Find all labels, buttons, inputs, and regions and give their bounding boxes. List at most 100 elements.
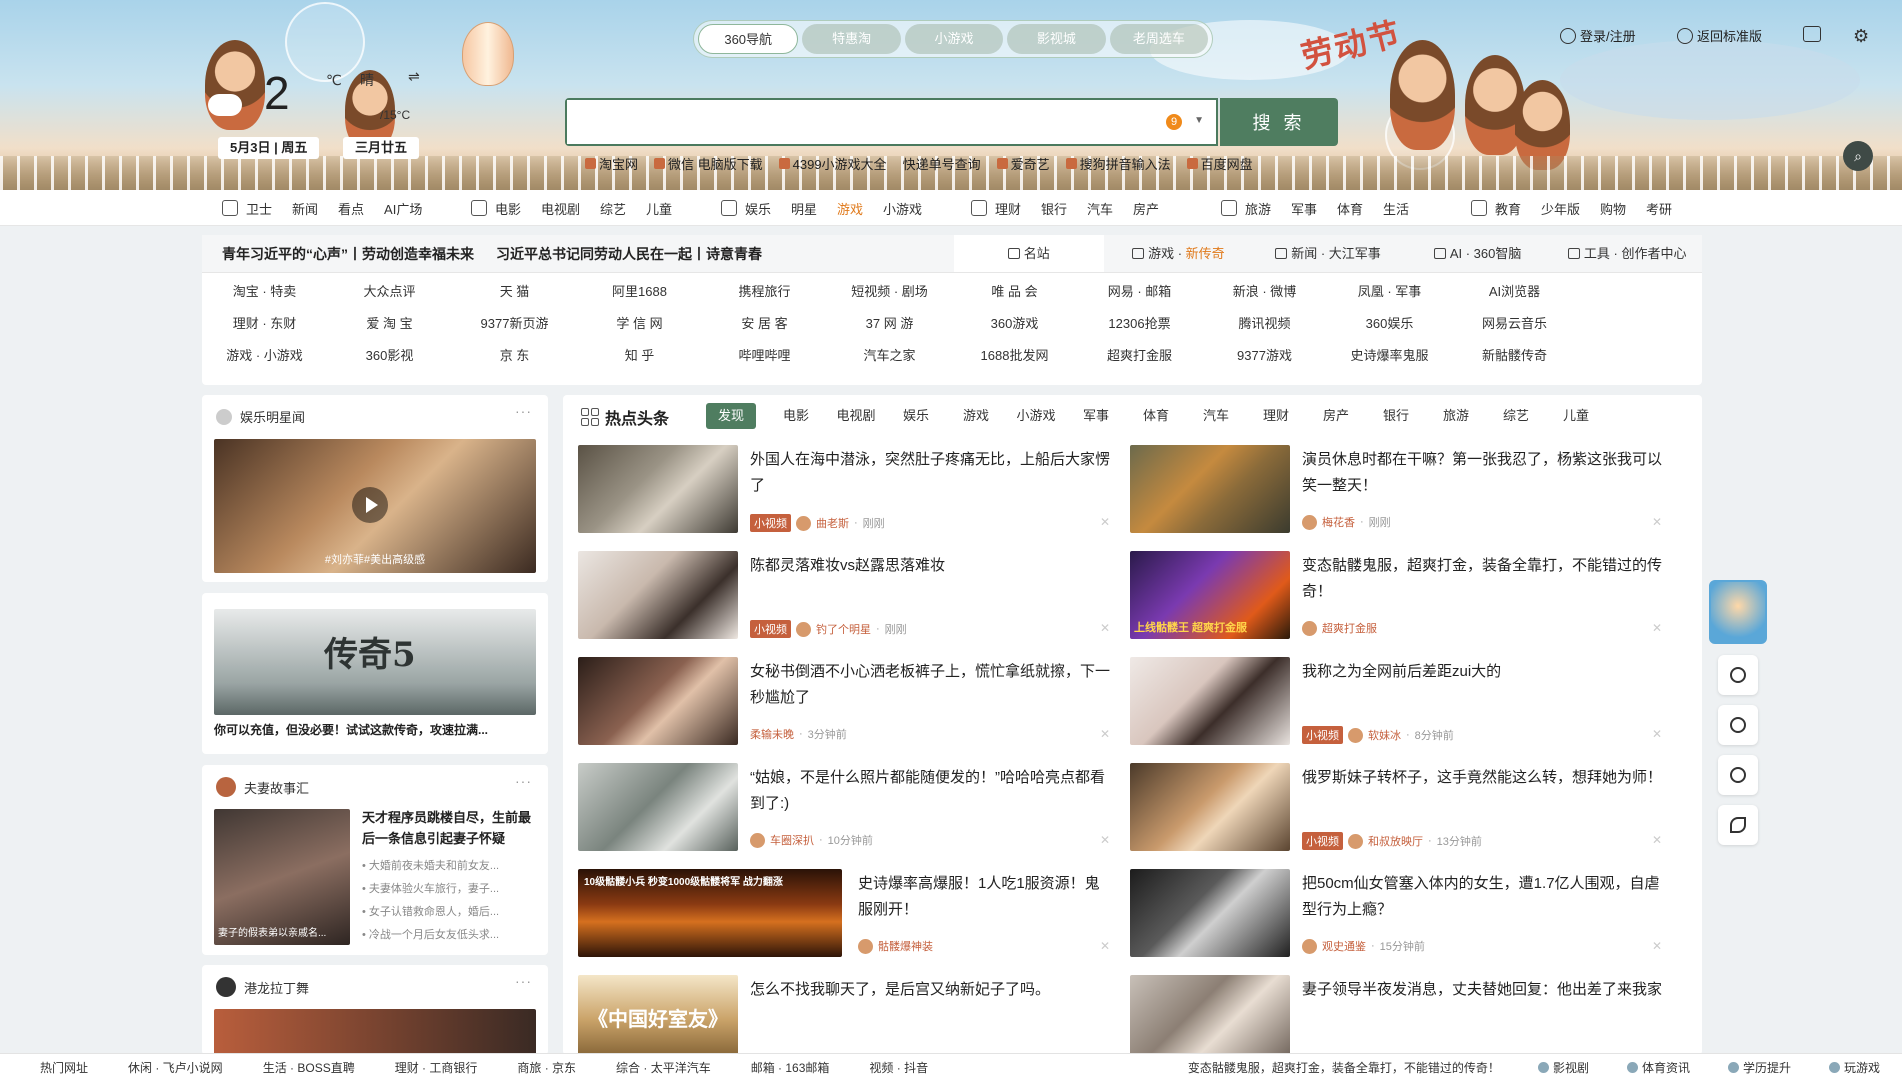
bottom-link[interactable]: 综合 · 太平洋汽车 <box>616 1059 711 1076</box>
feed-image[interactable] <box>1130 975 1290 1055</box>
site-link[interactable]: 超爽打金服 <box>1077 345 1202 366</box>
feed-image[interactable] <box>578 445 738 533</box>
feed-tab[interactable]: 军事 <box>1066 403 1126 429</box>
site-link[interactable]: 唯 品 会 <box>952 281 1077 302</box>
close-icon[interactable]: ✕ <box>1100 621 1110 635</box>
feed-title-link[interactable]: 女秘书倒酒不小心洒老板裤子上，慌忙拿纸就擦，下一秒尴尬了 <box>750 659 1110 711</box>
category-link[interactable]: 军事 <box>1291 199 1317 218</box>
feed-item-ad[interactable]: 10级骷髅小兵 秒变1000级骷髅将军 战力翻涨 史诗爆率高爆服！1人吃1服资源… <box>578 869 1118 961</box>
site-link[interactable]: 短视频 · 剧场 <box>827 281 952 302</box>
feed-image[interactable]: 10级骷髅小兵 秒变1000级骷髅将军 战力翻涨 <box>578 869 842 957</box>
tab-famous-sites[interactable]: 名站 <box>954 235 1104 272</box>
feed-tab[interactable]: 综艺 <box>1486 403 1546 429</box>
category-link[interactable]: 体育 <box>1337 199 1363 218</box>
quick-link[interactable]: 4399小游戏大全 <box>778 154 887 173</box>
quick-link[interactable]: 快递单号查询 <box>903 154 981 173</box>
tab-tools[interactable]: 工具 · 创作者中心 <box>1552 235 1702 272</box>
feed-image[interactable] <box>1130 763 1290 851</box>
top-tab-cars[interactable]: 老周选车 <box>1109 24 1209 54</box>
top-tab-deals[interactable]: 特惠淘 <box>802 24 901 54</box>
category-link[interactable]: 汽车 <box>1087 199 1113 218</box>
feed-tab[interactable]: 旅游 <box>1426 403 1486 429</box>
swap-icon[interactable]: ⇌ <box>408 68 420 85</box>
feed-tab[interactable]: 娱乐 <box>886 403 946 429</box>
feed-tab[interactable]: 银行 <box>1366 403 1426 429</box>
category-link[interactable]: 理财 <box>995 199 1021 218</box>
feed-tab[interactable]: 体育 <box>1126 403 1186 429</box>
feed-image[interactable] <box>1130 869 1290 957</box>
top-tab-nav[interactable]: 360导航 <box>698 24 799 54</box>
close-icon[interactable]: ✕ <box>1652 727 1662 741</box>
feed-item[interactable]: 《中国好室友》 怎么不找我聊天了，是后宫又纳新妃子了吗。 <box>578 975 1118 1055</box>
site-link[interactable]: 天 猫 <box>452 281 577 302</box>
more-icon[interactable]: ··· <box>515 403 532 419</box>
site-link[interactable]: 淘宝 · 特卖 <box>202 281 327 302</box>
site-link[interactable]: 37 网 游 <box>827 313 952 334</box>
category-link[interactable]: 明星 <box>791 199 817 218</box>
video-thumbnail[interactable]: #刘亦菲#美出高级感 <box>214 439 536 573</box>
site-link[interactable]: 1688批发网 <box>952 345 1077 366</box>
close-icon[interactable]: ✕ <box>1652 833 1662 847</box>
search-button[interactable]: 搜 索 <box>1220 98 1338 146</box>
site-link[interactable]: 理财 · 东财 <box>202 313 327 334</box>
bottom-ad-link[interactable]: 变态骷髅鬼服，超爽打金，装备全靠打，不能错过的传奇！ <box>1188 1059 1500 1076</box>
ad-card[interactable]: 传奇5 你可以充值，但没必要！试试这款传奇，攻速拉满... <box>202 593 548 754</box>
feed-tab[interactable]: 汽车 <box>1186 403 1246 429</box>
bottom-link-sports[interactable]: 体育资讯 <box>1626 1059 1690 1076</box>
feed-image[interactable] <box>578 763 738 851</box>
quick-link[interactable]: 爱奇艺 <box>996 154 1050 173</box>
bottom-link-drama[interactable]: 影视剧 <box>1537 1059 1589 1076</box>
feed-tab[interactable]: 小游戏 <box>1006 403 1066 429</box>
category-link[interactable]: 生活 <box>1383 199 1409 218</box>
site-link[interactable]: 携程旅行 <box>702 281 827 302</box>
login-link[interactable]: 登录/注册 <box>1560 26 1636 45</box>
bottom-link-games[interactable]: 玩游戏 <box>1828 1059 1880 1076</box>
site-link[interactable]: 腾讯视频 <box>1202 313 1327 334</box>
float-tool-button[interactable] <box>1718 705 1758 745</box>
close-icon[interactable]: ✕ <box>1100 727 1110 741</box>
feed-title-link[interactable]: 我称之为全网前后差距zui大的 <box>1302 659 1662 685</box>
tab-news[interactable]: 新闻 · 大江军事 <box>1253 235 1403 272</box>
feed-title-link[interactable]: 演员休息时都在干嘛？第一张我忍了，杨紫这张我可以笑一整天！ <box>1302 447 1662 499</box>
feed-item[interactable]: 俄罗斯妹子转杯子，这手竟然能这么转，想拜她为师！ 小视频 和叔放映厅 · 13分钟前 … <box>1130 763 1670 855</box>
close-icon[interactable]: ✕ <box>1100 833 1110 847</box>
feed-item-ad[interactable]: 上线骷髅王 超爽打金服 变态骷髅鬼服，超爽打金，装备全靠打，不能错过的传奇！ 超… <box>1130 551 1670 643</box>
feed-image[interactable] <box>1130 657 1290 745</box>
top-tab-videos[interactable]: 影视城 <box>1007 24 1106 54</box>
site-link[interactable]: 大众点评 <box>327 281 452 302</box>
category-link[interactable]: 娱乐 <box>745 199 771 218</box>
bottom-link[interactable]: 生活 · BOSS直聘 <box>263 1059 355 1076</box>
bottom-link[interactable]: 商旅 · 京东 <box>517 1059 576 1076</box>
float-tool-button[interactable] <box>1718 655 1758 695</box>
close-icon[interactable]: ✕ <box>1652 621 1662 635</box>
story-item[interactable]: • 夫妻体验火车旅行，妻子... <box>362 878 499 901</box>
feed-item[interactable]: 女秘书倒酒不小心洒老板裤子上，慌忙拿纸就擦，下一秒尴尬了 柔输未晚 · 3分钟前 ✕ <box>578 657 1118 749</box>
headline-link[interactable]: 习近平总书记同劳动人民在一起丨诗意青春 <box>496 244 762 264</box>
category-link[interactable]: 新闻 <box>292 199 318 218</box>
feed-tab[interactable]: 电视剧 <box>826 403 886 429</box>
feed-title-link[interactable]: “姑娘，不是什么照片都能随便发的！”哈哈哈亮点都看到了:) <box>750 765 1110 817</box>
dance-thumbnail[interactable] <box>214 1009 536 1055</box>
category-link[interactable]: 购物 <box>1600 199 1626 218</box>
category-link[interactable]: 少年版 <box>1541 199 1580 218</box>
feed-image[interactable]: 《中国好室友》 <box>578 975 738 1055</box>
category-link[interactable]: 小游戏 <box>883 199 922 218</box>
feed-tab[interactable]: 理财 <box>1246 403 1306 429</box>
feed-tab[interactable]: 房产 <box>1306 403 1366 429</box>
chevron-down-icon[interactable]: ▼ <box>1194 115 1204 126</box>
site-link[interactable]: 360游戏 <box>952 313 1077 334</box>
feed-tab[interactable]: 游戏 <box>946 403 1006 429</box>
ad-banner[interactable]: 传奇5 <box>214 609 536 715</box>
close-icon[interactable]: ✕ <box>1100 939 1110 953</box>
feed-item[interactable]: “姑娘，不是什么照片都能随便发的！”哈哈哈亮点都看到了:) 车圈深扒 · 10分钟前… <box>578 763 1118 855</box>
top-tab-minigames[interactable]: 小游戏 <box>904 24 1004 54</box>
bottom-link[interactable]: 邮箱 · 163邮箱 <box>751 1059 830 1076</box>
feed-item[interactable]: 把50cm仙女管塞入体内的女生，遭1.7亿人围观，自虐型行为上瘾？ 观史通鉴 · 1… <box>1130 869 1670 961</box>
close-icon[interactable]: ✕ <box>1652 515 1662 529</box>
feed-item[interactable]: 我称之为全网前后差距zui大的 小视频 软妹冰 · 8分钟前 ✕ <box>1130 657 1670 749</box>
site-link[interactable]: 安 居 客 <box>702 313 827 334</box>
feed-image[interactable] <box>578 657 738 745</box>
float-tool-button[interactable] <box>1718 805 1758 845</box>
feed-tab[interactable]: 发现 <box>706 403 756 429</box>
feed-title-link[interactable]: 俄罗斯妹子转杯子，这手竟然能这么转，想拜她为师！ <box>1302 765 1662 791</box>
